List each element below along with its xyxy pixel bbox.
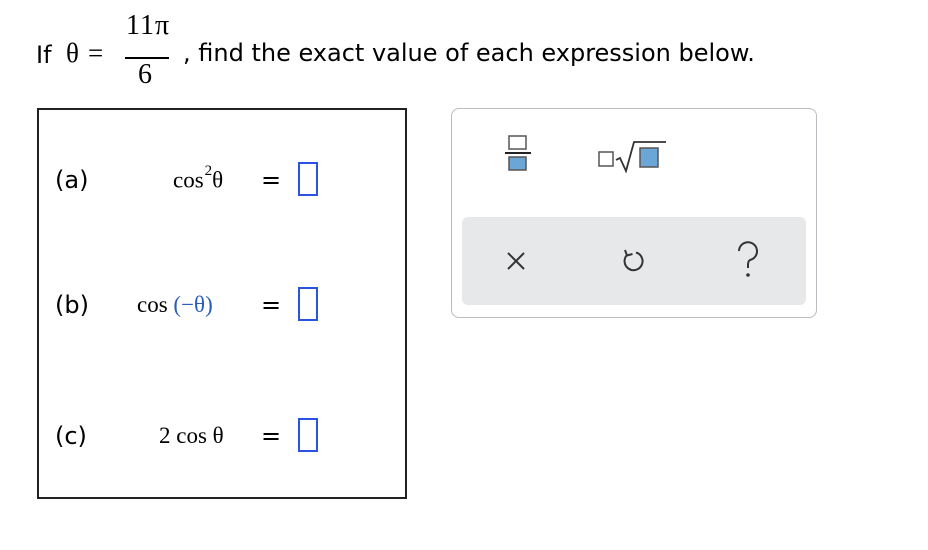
part-c-row: (c) 2 cos θ = bbox=[39, 416, 405, 462]
fraction-denominator: 6 bbox=[138, 59, 152, 90]
math-toolbox bbox=[451, 108, 817, 318]
part-a-row: (a) cos2θ = bbox=[39, 160, 405, 206]
undo-button[interactable] bbox=[620, 248, 646, 274]
part-label: (a) bbox=[55, 166, 89, 194]
square-root-icon bbox=[598, 141, 666, 174]
equals-sign: = bbox=[261, 291, 282, 319]
help-icon bbox=[738, 241, 758, 277]
problem-instruction: , find the exact value of each expressio… bbox=[183, 39, 755, 67]
answer-box: (a) cos2θ = (b) cos (−θ) = (c) 2 cos θ = bbox=[37, 108, 407, 499]
fraction-button[interactable] bbox=[504, 135, 532, 171]
expression-func: cos bbox=[137, 292, 168, 317]
problem-prefix: If bbox=[36, 41, 52, 69]
expression-func: 2 cos bbox=[159, 423, 207, 448]
action-bar bbox=[462, 217, 806, 305]
expression: cos (−θ) bbox=[137, 292, 213, 318]
clear-icon bbox=[507, 252, 525, 270]
answer-input-b[interactable] bbox=[298, 287, 318, 321]
expression-arg: θ bbox=[212, 423, 224, 448]
expression: cos2θ bbox=[173, 163, 224, 194]
help-button[interactable] bbox=[734, 241, 762, 279]
answer-input-a[interactable] bbox=[298, 162, 318, 196]
square-root-button[interactable] bbox=[598, 139, 668, 174]
part-label: (c) bbox=[55, 422, 87, 450]
expression-exponent: 2 bbox=[204, 163, 213, 179]
expression-arg: θ bbox=[212, 167, 224, 193]
equals-sign: = bbox=[88, 38, 104, 68]
fraction-numerator: 11π bbox=[126, 10, 171, 41]
equals-sign: = bbox=[261, 166, 282, 194]
part-label: (b) bbox=[55, 291, 89, 319]
clear-button[interactable] bbox=[506, 251, 526, 271]
undo-icon bbox=[623, 249, 644, 272]
problem-statement: If θ = 11π 6 , find the exact value of e… bbox=[36, 8, 916, 100]
answer-input-c[interactable] bbox=[298, 418, 318, 452]
fraction-icon bbox=[505, 135, 531, 171]
expression-func: cos bbox=[173, 167, 204, 193]
expression: 2 cos θ bbox=[159, 423, 224, 449]
theta-symbol: θ bbox=[66, 38, 79, 68]
part-b-row: (b) cos (−θ) = bbox=[39, 285, 405, 331]
expression-arg: (−θ) bbox=[173, 292, 213, 317]
equals-sign: = bbox=[261, 422, 282, 450]
